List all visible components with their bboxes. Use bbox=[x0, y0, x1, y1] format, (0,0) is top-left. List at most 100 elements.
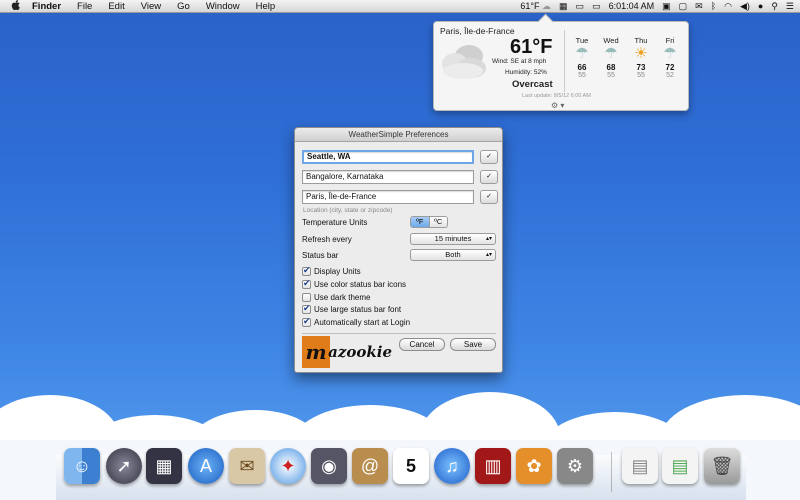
option-start-at-login[interactable]: Automatically start at Login bbox=[302, 316, 411, 328]
location-field[interactable]: Seattle, WA bbox=[302, 150, 474, 164]
mail-status-icon[interactable]: ✉ bbox=[695, 0, 703, 13]
checkbox[interactable] bbox=[302, 278, 311, 289]
checkbox[interactable] bbox=[302, 265, 311, 276]
menu-help[interactable]: Help bbox=[256, 1, 276, 12]
apple-menu-icon[interactable] bbox=[0, 0, 30, 13]
rain-cloud-icon: ☂ bbox=[575, 45, 589, 62]
temperature-units-label: Temperature Units bbox=[302, 218, 368, 227]
calendar-icon[interactable]: 5 bbox=[393, 448, 429, 484]
option-color-icons[interactable]: Use color status bar icons bbox=[302, 278, 407, 290]
forecast-day: Thu ☀ 73 55 bbox=[627, 36, 655, 79]
battery-icon[interactable]: ▭ bbox=[592, 0, 601, 13]
celsius-option[interactable]: ºC bbox=[429, 217, 447, 227]
weather-city: Paris, Île-de-France bbox=[440, 26, 515, 36]
location-field[interactable]: Paris, Île-de-France bbox=[302, 190, 474, 204]
display-icon[interactable]: ▭ bbox=[576, 0, 585, 13]
weather-status-item[interactable]: 61°F ☁ bbox=[520, 0, 551, 13]
humidity-info: Humidity: 52% bbox=[505, 69, 547, 76]
menu-view[interactable]: View bbox=[141, 1, 161, 12]
save-button[interactable]: Save bbox=[450, 338, 496, 351]
finder-icon[interactable]: ☺ bbox=[64, 448, 100, 484]
verify-location-button[interactable]: ✓ bbox=[480, 150, 498, 164]
sun-cloud-icon: ☀ bbox=[634, 45, 648, 62]
spotlight-icon[interactable]: ⚲ bbox=[771, 0, 778, 13]
refresh-label: Refresh every bbox=[302, 235, 352, 244]
clock[interactable]: 6:01:04 AM bbox=[609, 0, 655, 13]
itunes-icon[interactable]: ♫ bbox=[434, 448, 470, 484]
option-display-units[interactable]: Display Units bbox=[302, 265, 361, 277]
menu-bar: Finder File Edit View Go Window Help 61°… bbox=[0, 0, 800, 13]
address-book-icon[interactable]: @ bbox=[352, 448, 388, 484]
mail-icon[interactable]: ✉ bbox=[229, 448, 265, 484]
volume-icon[interactable]: ◀) bbox=[740, 0, 750, 13]
forecast-high: 73 bbox=[636, 63, 646, 72]
option-label: Display Units bbox=[314, 267, 361, 276]
cancel-button[interactable]: Cancel bbox=[399, 338, 445, 351]
status-bar-value: Both bbox=[445, 250, 461, 259]
document-icon[interactable]: ▤ bbox=[662, 448, 698, 484]
window-title[interactable]: WeatherSimple Preferences bbox=[295, 128, 502, 142]
location-row: Bangalore, Karnataka ✓ bbox=[302, 170, 498, 184]
launchpad-icon[interactable]: ➚ bbox=[106, 448, 142, 484]
bluetooth-icon[interactable]: ᛒ bbox=[711, 0, 716, 13]
system-preferences-icon[interactable]: ⚙ bbox=[557, 448, 593, 484]
wifi-icon[interactable]: ◠ bbox=[724, 0, 732, 13]
updown-arrow-icon: ▴▾ bbox=[485, 236, 492, 242]
location-hint: Location (city, state or zipcode) bbox=[303, 207, 393, 214]
verify-location-button[interactable]: ✓ bbox=[480, 190, 498, 204]
app-store-icon[interactable]: A bbox=[188, 448, 224, 484]
app-menu-finder[interactable]: Finder bbox=[32, 1, 61, 12]
cloud-icon: ☁ bbox=[542, 1, 552, 11]
updown-arrow-icon: ▴▾ bbox=[485, 252, 492, 258]
user-icon[interactable]: ● bbox=[758, 0, 763, 13]
mission-control-icon[interactable]: ▦ bbox=[146, 448, 182, 484]
menu-window[interactable]: Window bbox=[206, 1, 240, 12]
screen-icon[interactable]: ▢ bbox=[679, 0, 688, 13]
option-label: Use large status bar font bbox=[314, 305, 402, 314]
iphoto-icon[interactable]: ✿ bbox=[516, 448, 552, 484]
rain-cloud-icon: ☂ bbox=[604, 45, 618, 62]
safari-icon[interactable]: ✦ bbox=[270, 448, 306, 484]
refresh-select[interactable]: 15 minutes ▴▾ bbox=[410, 233, 496, 245]
menu-file[interactable]: File bbox=[77, 1, 92, 12]
wind-info: Wind: SE at 8 mph bbox=[492, 58, 547, 65]
refresh-value: 15 minutes bbox=[434, 234, 472, 243]
calendar-day: 5 bbox=[405, 456, 416, 476]
status-bar-select[interactable]: Both ▴▾ bbox=[410, 249, 496, 261]
checkbox[interactable] bbox=[302, 316, 311, 327]
weather-popover: Paris, Île-de-France 61°F Wind: SE at 8 … bbox=[433, 21, 689, 111]
current-temp: 61°F bbox=[510, 36, 553, 58]
gear-icon[interactable]: ⚙ ▾ bbox=[551, 101, 564, 110]
logo-text: azookie bbox=[328, 343, 392, 361]
option-label: Automatically start at Login bbox=[314, 318, 411, 327]
divider bbox=[564, 30, 565, 92]
forecast-day: Wed ☂ 68 55 bbox=[597, 36, 625, 79]
verify-location-button[interactable]: ✓ bbox=[480, 170, 498, 184]
option-dark-theme[interactable]: Use dark theme bbox=[302, 292, 370, 303]
forecast-day: Tue ☂ 66 55 bbox=[568, 36, 596, 79]
overcast-cloud-icon bbox=[442, 45, 486, 79]
option-label: Use color status bar icons bbox=[314, 280, 407, 289]
forecast-day-name: Fri bbox=[665, 36, 675, 45]
option-large-font[interactable]: Use large status bar font bbox=[302, 303, 402, 315]
forecast-day-name: Wed bbox=[603, 36, 619, 45]
facetime-icon[interactable]: ◉ bbox=[311, 448, 347, 484]
document-icon[interactable]: ▤ bbox=[622, 448, 658, 484]
notification-center-icon[interactable]: ☰ bbox=[786, 0, 794, 13]
forecast-day-name: Tue bbox=[575, 36, 589, 45]
checkbox[interactable] bbox=[302, 303, 311, 314]
location-field[interactable]: Bangalore, Karnataka bbox=[302, 170, 474, 184]
photo-booth-icon[interactable]: ▥ bbox=[475, 448, 511, 484]
grid-icon[interactable]: ▦ bbox=[559, 0, 568, 13]
fahrenheit-option[interactable]: ºF bbox=[411, 217, 430, 227]
status-bar-label: Status bar bbox=[302, 251, 339, 260]
menu-go[interactable]: Go bbox=[177, 1, 190, 12]
menu-edit[interactable]: Edit bbox=[108, 1, 124, 12]
trash-icon[interactable]: 🗑 bbox=[704, 448, 740, 484]
calendar-status-icon[interactable]: ▣ bbox=[662, 0, 671, 13]
checkbox[interactable] bbox=[302, 293, 311, 302]
forecast-day-name: Thu bbox=[634, 36, 648, 45]
rain-cloud-icon: ☂ bbox=[663, 45, 677, 62]
mazookie-logo: m azookie bbox=[302, 336, 392, 368]
option-label: Use dark theme bbox=[314, 293, 371, 302]
